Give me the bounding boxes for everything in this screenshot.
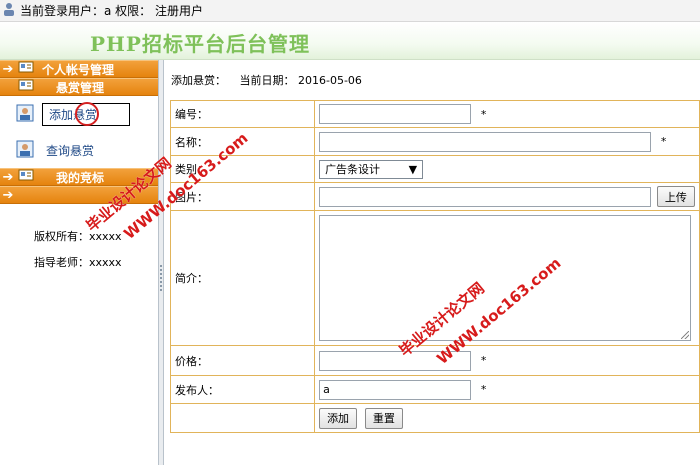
copyright-text: 版权所有：xxxxx — [34, 230, 122, 243]
sidebar-item-add-reward[interactable]: 添加悬赏 — [0, 96, 158, 132]
splitter-grip[interactable] — [160, 265, 162, 293]
sidebar: ➔ 个人帐号管理 悬赏管理 添加悬赏 查询悬赏 ➔ 我的竞标 ➔ 版权所有：xx… — [0, 60, 158, 465]
form-row-number: 编号： * — [169, 100, 700, 128]
add-reward-form: 编号： * 名称： * 类别： 广告条设计 ▼ 图片： 上传 简介： 价格： *… — [169, 100, 700, 433]
reset-button[interactable]: 重置 — [364, 407, 403, 429]
resize-handle-icon[interactable] — [681, 331, 690, 339]
form-row-intro: 简介： — [169, 210, 700, 346]
arrow-right-icon: ➔ — [2, 61, 14, 77]
teacher-text: 指导老师：xxxxx — [34, 256, 122, 269]
arrow-right-icon: ➔ — [2, 169, 14, 185]
number-label: 编号： — [169, 100, 316, 128]
number-input[interactable] — [319, 104, 472, 124]
form-row-name: 名称： * — [169, 127, 700, 156]
category-label: 类别： — [169, 155, 316, 183]
breadcrumb: 添加悬赏： 当前日期： 2016-05-06 — [171, 72, 362, 88]
category-select[interactable]: 广告条设计 ▼ — [319, 159, 424, 179]
login-info: 当前登录用户：a 权限： 注册用户 — [20, 4, 203, 18]
required-mark: * — [480, 383, 487, 396]
sidebar-section-label: 悬赏管理 — [56, 80, 105, 95]
price-input[interactable] — [319, 350, 472, 371]
chevron-down-icon: ▼ — [408, 162, 418, 176]
upload-button[interactable]: 上传 — [656, 186, 695, 207]
main-content: 添加悬赏： 当前日期： 2016-05-06 编号： * 名称： * 类别： 广… — [165, 60, 700, 465]
arrow-right-icon: ➔ — [2, 187, 14, 203]
sidebar-section-account[interactable]: ➔ 个人帐号管理 — [0, 60, 158, 78]
image-path-input[interactable] — [319, 186, 652, 207]
breadcrumb-title: 添加悬赏： — [171, 74, 226, 87]
user-icon — [2, 2, 16, 19]
card-icon — [18, 79, 34, 95]
required-mark: * — [480, 107, 487, 121]
form-row-publisher: 发布人： a * — [169, 375, 700, 404]
submit-button[interactable]: 添加 — [319, 407, 358, 429]
required-mark: * — [480, 354, 487, 367]
publisher-input[interactable]: a — [319, 379, 472, 400]
card-icon — [18, 169, 34, 185]
card-icon — [18, 61, 34, 77]
sidebar-item-label: 查询悬赏 — [46, 143, 95, 158]
form-row-actions: 添加 重置 — [169, 403, 700, 433]
name-label: 名称： — [169, 127, 316, 156]
app-header: PHP招标平台后台管理 — [0, 22, 700, 60]
image-label: 图片： — [169, 182, 316, 211]
required-mark: * — [660, 135, 667, 148]
intro-textarea[interactable] — [319, 215, 692, 341]
category-value: 广告条设计 — [325, 163, 381, 176]
page-title: PHP招标平台后台管理 — [90, 32, 310, 56]
price-label: 价格： — [169, 345, 316, 376]
sidebar-section-label: 我的竞标 — [56, 170, 105, 185]
form-row-image: 图片： 上传 — [169, 182, 700, 211]
sidebar-section-label: 个人帐号管理 — [42, 62, 115, 77]
frame-splitter[interactable] — [158, 60, 164, 465]
sidebar-section-bid[interactable]: ➔ 我的竞标 — [0, 168, 158, 186]
user-card-icon — [16, 140, 34, 161]
intro-label: 简介： — [169, 210, 316, 346]
publisher-label: 发布人： — [169, 375, 316, 404]
form-row-price: 价格： * — [169, 345, 700, 376]
name-input[interactable] — [319, 131, 652, 152]
status-bar: 当前登录用户：a 权限： 注册用户 — [0, 0, 700, 22]
sidebar-item-query-reward[interactable]: 查询悬赏 — [0, 132, 158, 168]
user-card-icon — [16, 104, 34, 125]
sidebar-section-empty[interactable]: ➔ — [0, 186, 158, 204]
highlight-circle — [75, 102, 99, 126]
sidebar-section-reward[interactable]: 悬赏管理 — [0, 78, 158, 96]
form-row-category: 类别： 广告条设计 ▼ — [169, 155, 700, 183]
current-date: 当前日期： 2016-05-06 — [239, 74, 362, 87]
